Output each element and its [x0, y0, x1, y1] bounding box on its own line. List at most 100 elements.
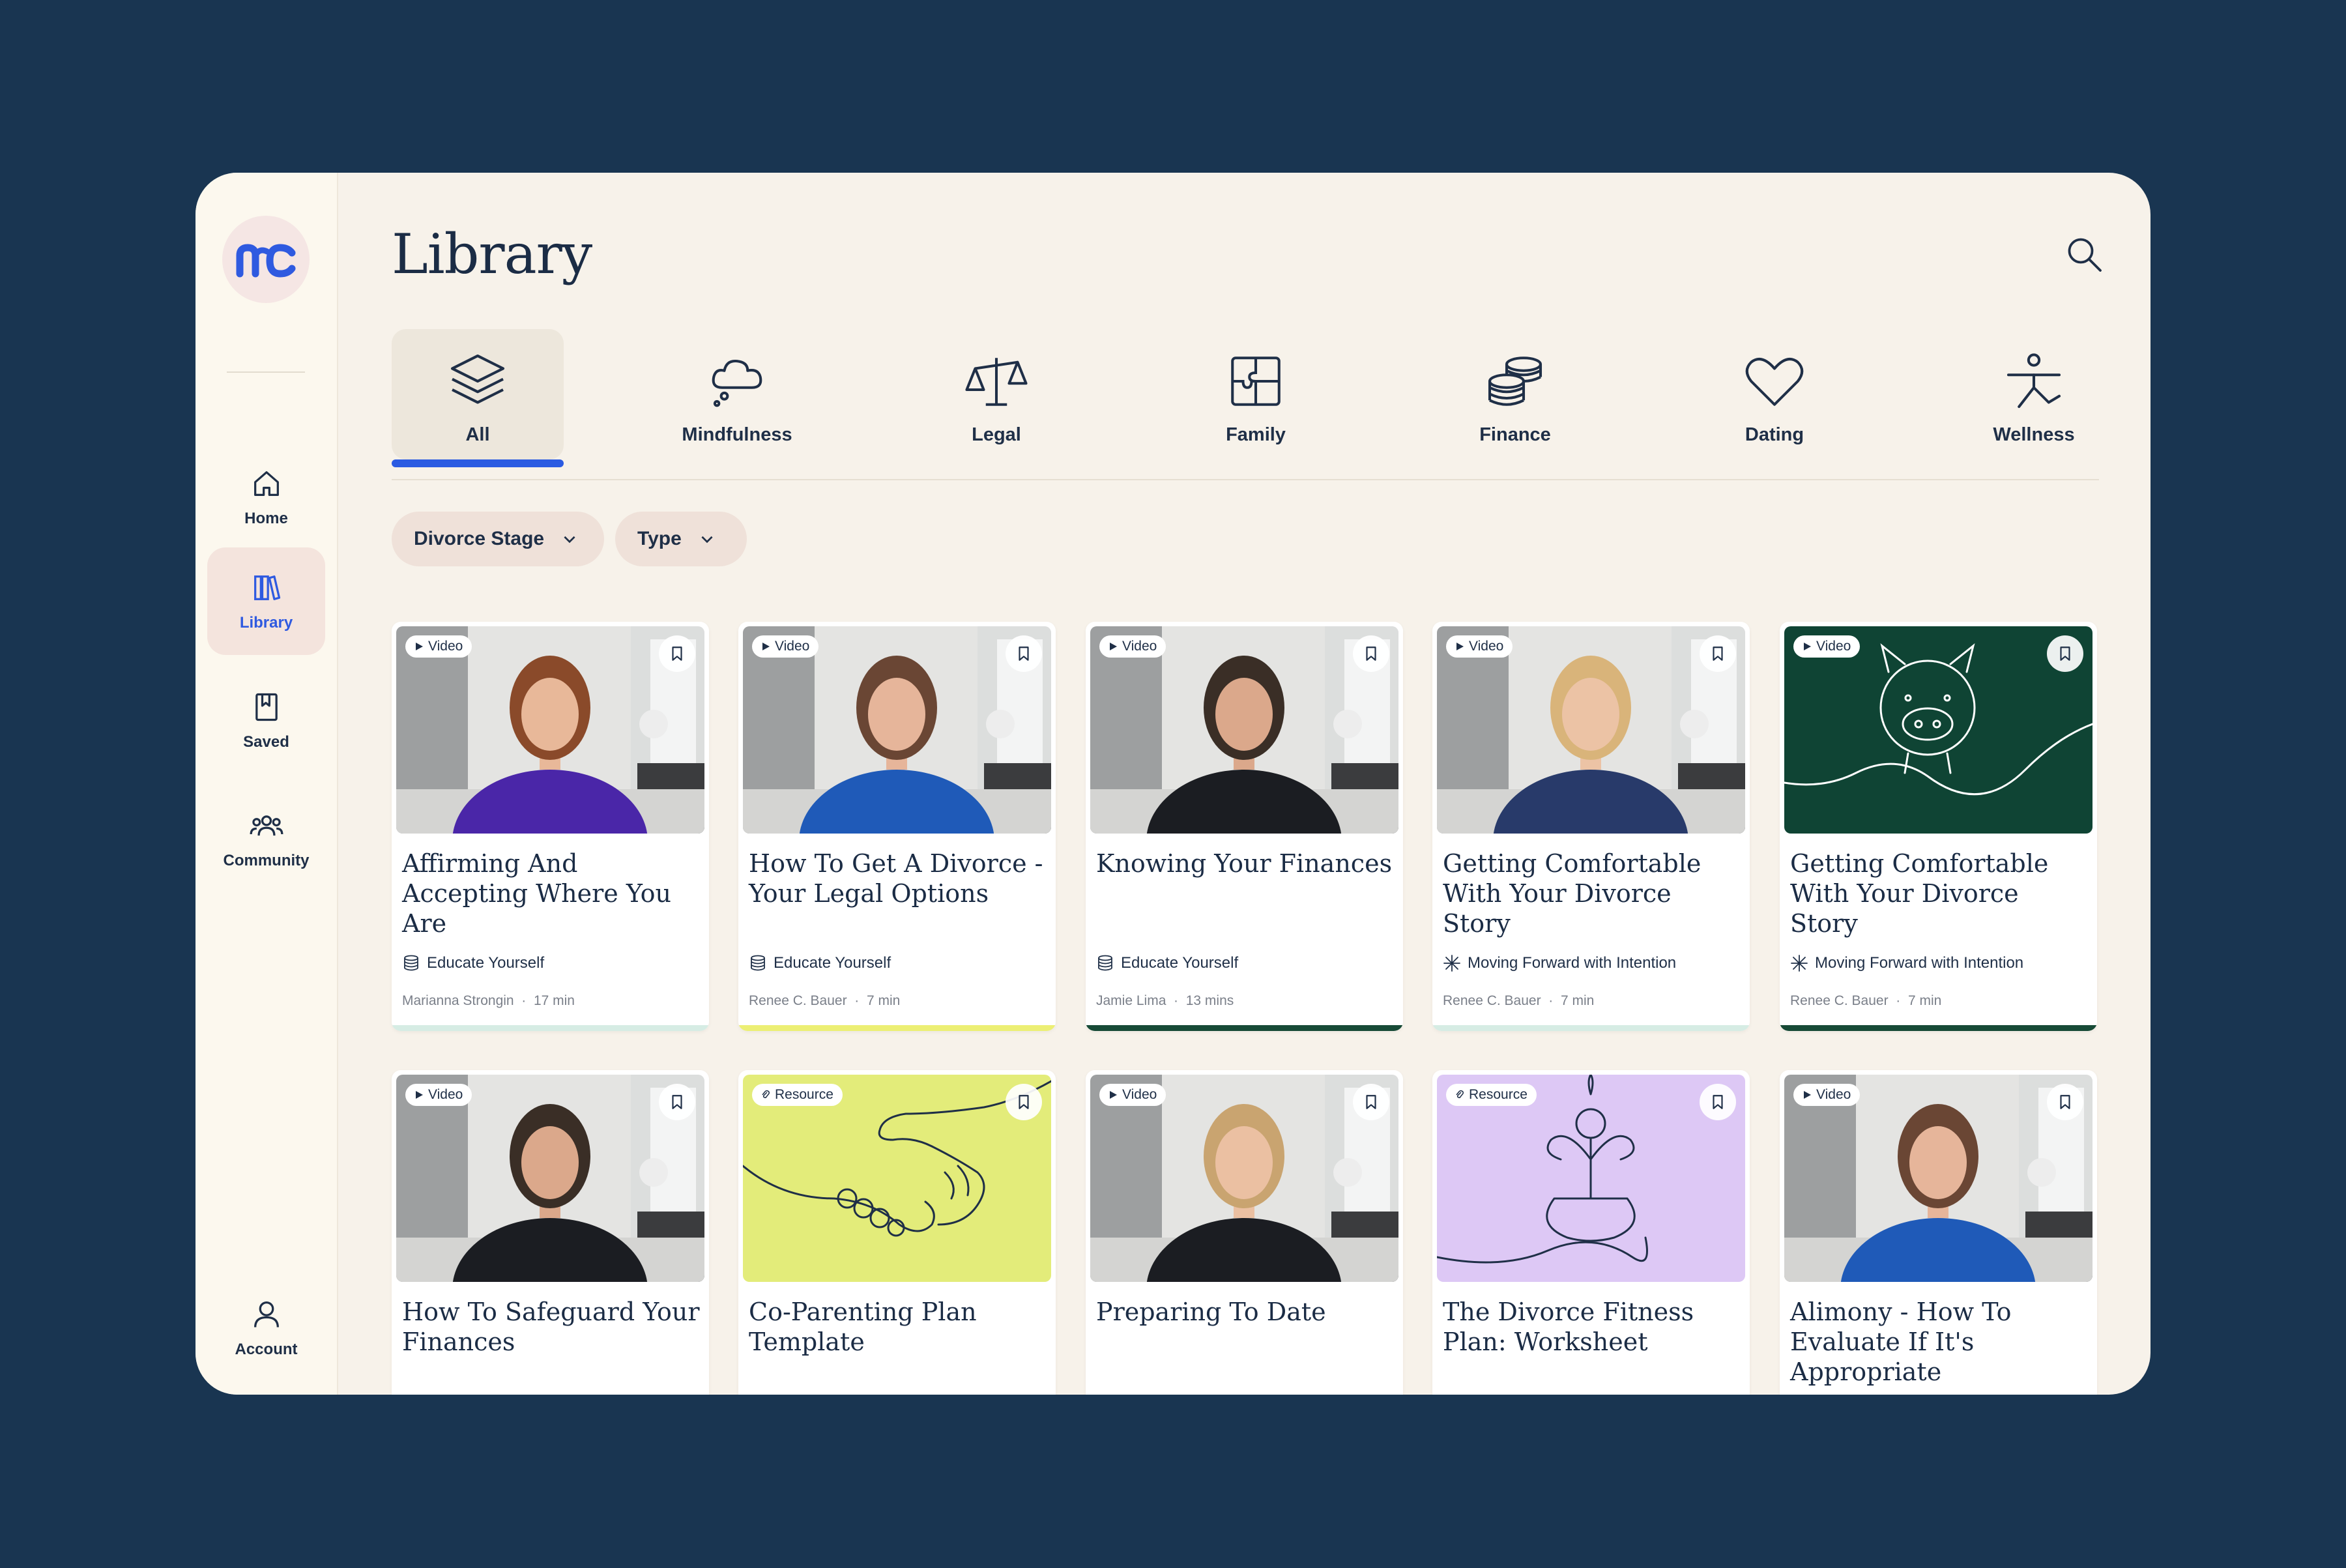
badge-label: Video — [1816, 1087, 1851, 1102]
active-tab-indicator — [392, 459, 564, 467]
card-title: Getting Comfortable With Your Divorce St… — [1790, 849, 2049, 938]
card-title: Alimony - How To Evaluate If It's Approp… — [1790, 1298, 2012, 1386]
sidebar-divider — [227, 371, 305, 373]
tab-dating[interactable]: Dating — [1688, 329, 1861, 459]
sidebar-item-account[interactable]: Account — [207, 1274, 325, 1382]
duration: 7 min — [866, 993, 901, 1008]
bookmark-button[interactable] — [659, 635, 695, 672]
brand-logo[interactable] — [222, 216, 310, 303]
badge-label: Video — [1469, 639, 1504, 654]
bookmark-icon — [1019, 646, 1029, 661]
library-icon — [253, 575, 280, 600]
bookmark-button[interactable] — [1700, 1084, 1736, 1120]
bookmark-button[interactable] — [2047, 635, 2083, 672]
chevron-down-icon — [564, 536, 575, 544]
chevron-down-icon — [701, 536, 713, 544]
tab-family[interactable]: Family — [1170, 329, 1342, 459]
type-badge: Video — [752, 635, 819, 658]
divorce-stage-dropdown[interactable]: Divorce Stage — [392, 512, 604, 566]
badge-label: Resource — [1469, 1087, 1528, 1102]
badge-label: Video — [1122, 639, 1157, 654]
bookmark-icon — [1366, 646, 1376, 661]
card-category: Moving Forward with Intention — [1790, 954, 2023, 972]
content-card[interactable]: Video How To Get A Divorce - Your Legal O… — [738, 622, 1056, 1031]
tab-finance[interactable]: Finance — [1429, 329, 1601, 459]
category-label: Educate Yourself — [774, 954, 891, 972]
badge-label: Video — [1122, 1087, 1157, 1102]
card-thumbnail: Video — [1090, 1075, 1398, 1282]
person-stretch-icon — [2006, 353, 2061, 409]
play-icon — [1804, 643, 1811, 650]
bookmark-icon — [1713, 646, 1723, 661]
bookmark-icon — [2060, 1095, 2070, 1109]
sidebar: Home Library Saved Community Account — [195, 173, 338, 1395]
card-accent-bar — [1780, 1025, 2097, 1031]
content-card[interactable]: Resource Co-Parenting Plan Template — [738, 1070, 1056, 1395]
content-card[interactable]: Video Preparing To Date — [1086, 1070, 1403, 1395]
sparkle-icon — [1443, 955, 1460, 972]
card-meta: Renee C. Bauer · 7 min — [749, 993, 900, 1009]
search-icon[interactable] — [2064, 235, 2104, 274]
card-title: How To Safeguard Your Finances — [402, 1298, 700, 1356]
app-window: Home Library Saved Community Account Lib… — [195, 173, 2150, 1395]
card-accent-bar — [392, 1025, 709, 1031]
card-title: Getting Comfortable With Your Divorce St… — [1443, 849, 1702, 938]
content-card[interactable]: Video Knowing Your Finances Educate Yourse… — [1086, 622, 1403, 1031]
type-badge: Video — [1099, 1084, 1166, 1106]
content-card[interactable]: Resource The Divorce Fitness Plan: Worksh… — [1432, 1070, 1750, 1395]
bookmark-button[interactable] — [1700, 635, 1736, 672]
card-title: Preparing To Date — [1096, 1298, 1326, 1326]
tab-label: All — [465, 424, 490, 445]
card-category: Educate Yourself — [1096, 954, 1238, 972]
tab-label: Mindfulness — [682, 424, 792, 445]
content-card[interactable]: Video Getting Comfortable With Your Divor… — [1780, 622, 2097, 1031]
tab-mindfulness[interactable]: Mindfulness — [651, 329, 823, 459]
card-thumbnail: Video — [1437, 626, 1745, 834]
card-title: Knowing Your Finances — [1096, 849, 1393, 878]
sidebar-item-label: Account — [235, 1340, 298, 1358]
sidebar-item-saved[interactable]: Saved — [207, 667, 325, 774]
card-title: How To Get A Divorce - Your Legal Option… — [749, 849, 1043, 908]
meta-separator: · — [514, 993, 534, 1008]
stack-icon — [1098, 955, 1112, 971]
author-name: Renee C. Bauer — [1790, 993, 1889, 1008]
type-dropdown[interactable]: Type — [615, 512, 747, 566]
thought-cloud-icon — [712, 359, 762, 407]
card-thumbnail: Video — [1090, 626, 1398, 834]
sidebar-item-label: Home — [244, 509, 288, 527]
duration: 7 min — [1560, 993, 1595, 1008]
bookmark-button[interactable] — [1353, 635, 1389, 672]
coins-icon — [1488, 356, 1542, 406]
content-card[interactable]: Video Alimony - How To Evaluate If It's A… — [1780, 1070, 2097, 1395]
layers-icon — [450, 354, 505, 404]
bookmark-button[interactable] — [659, 1084, 695, 1120]
bookmark-button[interactable] — [1353, 1084, 1389, 1120]
card-thumbnail: Video — [396, 1075, 704, 1282]
tab-label: Finance — [1479, 424, 1551, 445]
type-badge: Video — [405, 1084, 472, 1106]
card-meta: Renee C. Bauer · 7 min — [1443, 993, 1594, 1009]
bookmark-icon — [672, 1095, 682, 1109]
paperclip-icon — [1456, 1090, 1464, 1099]
content-card[interactable]: Video Getting Comfortable With Your Divor… — [1432, 622, 1750, 1031]
tab-label: Family — [1226, 424, 1286, 445]
category-tabs: All Mindfulness Legal Family Finance Dat… — [392, 329, 2099, 472]
bookmark-button[interactable] — [1006, 635, 1042, 672]
sidebar-item-library[interactable]: Library — [207, 547, 325, 655]
tab-all[interactable]: All — [392, 329, 564, 467]
card-accent-bar — [1432, 1025, 1750, 1031]
bookmark-icon — [1366, 1095, 1376, 1109]
bookmark-button[interactable] — [1006, 1084, 1042, 1120]
play-icon — [762, 643, 770, 650]
heart-icon — [1745, 358, 1804, 406]
content-card[interactable]: Video How To Safeguard Your Finances — [392, 1070, 709, 1395]
tab-legal[interactable]: Legal — [910, 329, 1082, 459]
tab-wellness[interactable]: Wellness — [1948, 329, 2120, 459]
sidebar-item-community[interactable]: Community — [207, 785, 325, 893]
sidebar-item-home[interactable]: Home — [207, 443, 325, 551]
stack-icon — [751, 955, 765, 971]
bookmark-button[interactable] — [2047, 1084, 2083, 1120]
content-card[interactable]: Video Affirming And Accepting Where You A… — [392, 622, 709, 1031]
type-badge: Video — [1099, 635, 1166, 658]
logo-mark-icon — [236, 244, 296, 278]
